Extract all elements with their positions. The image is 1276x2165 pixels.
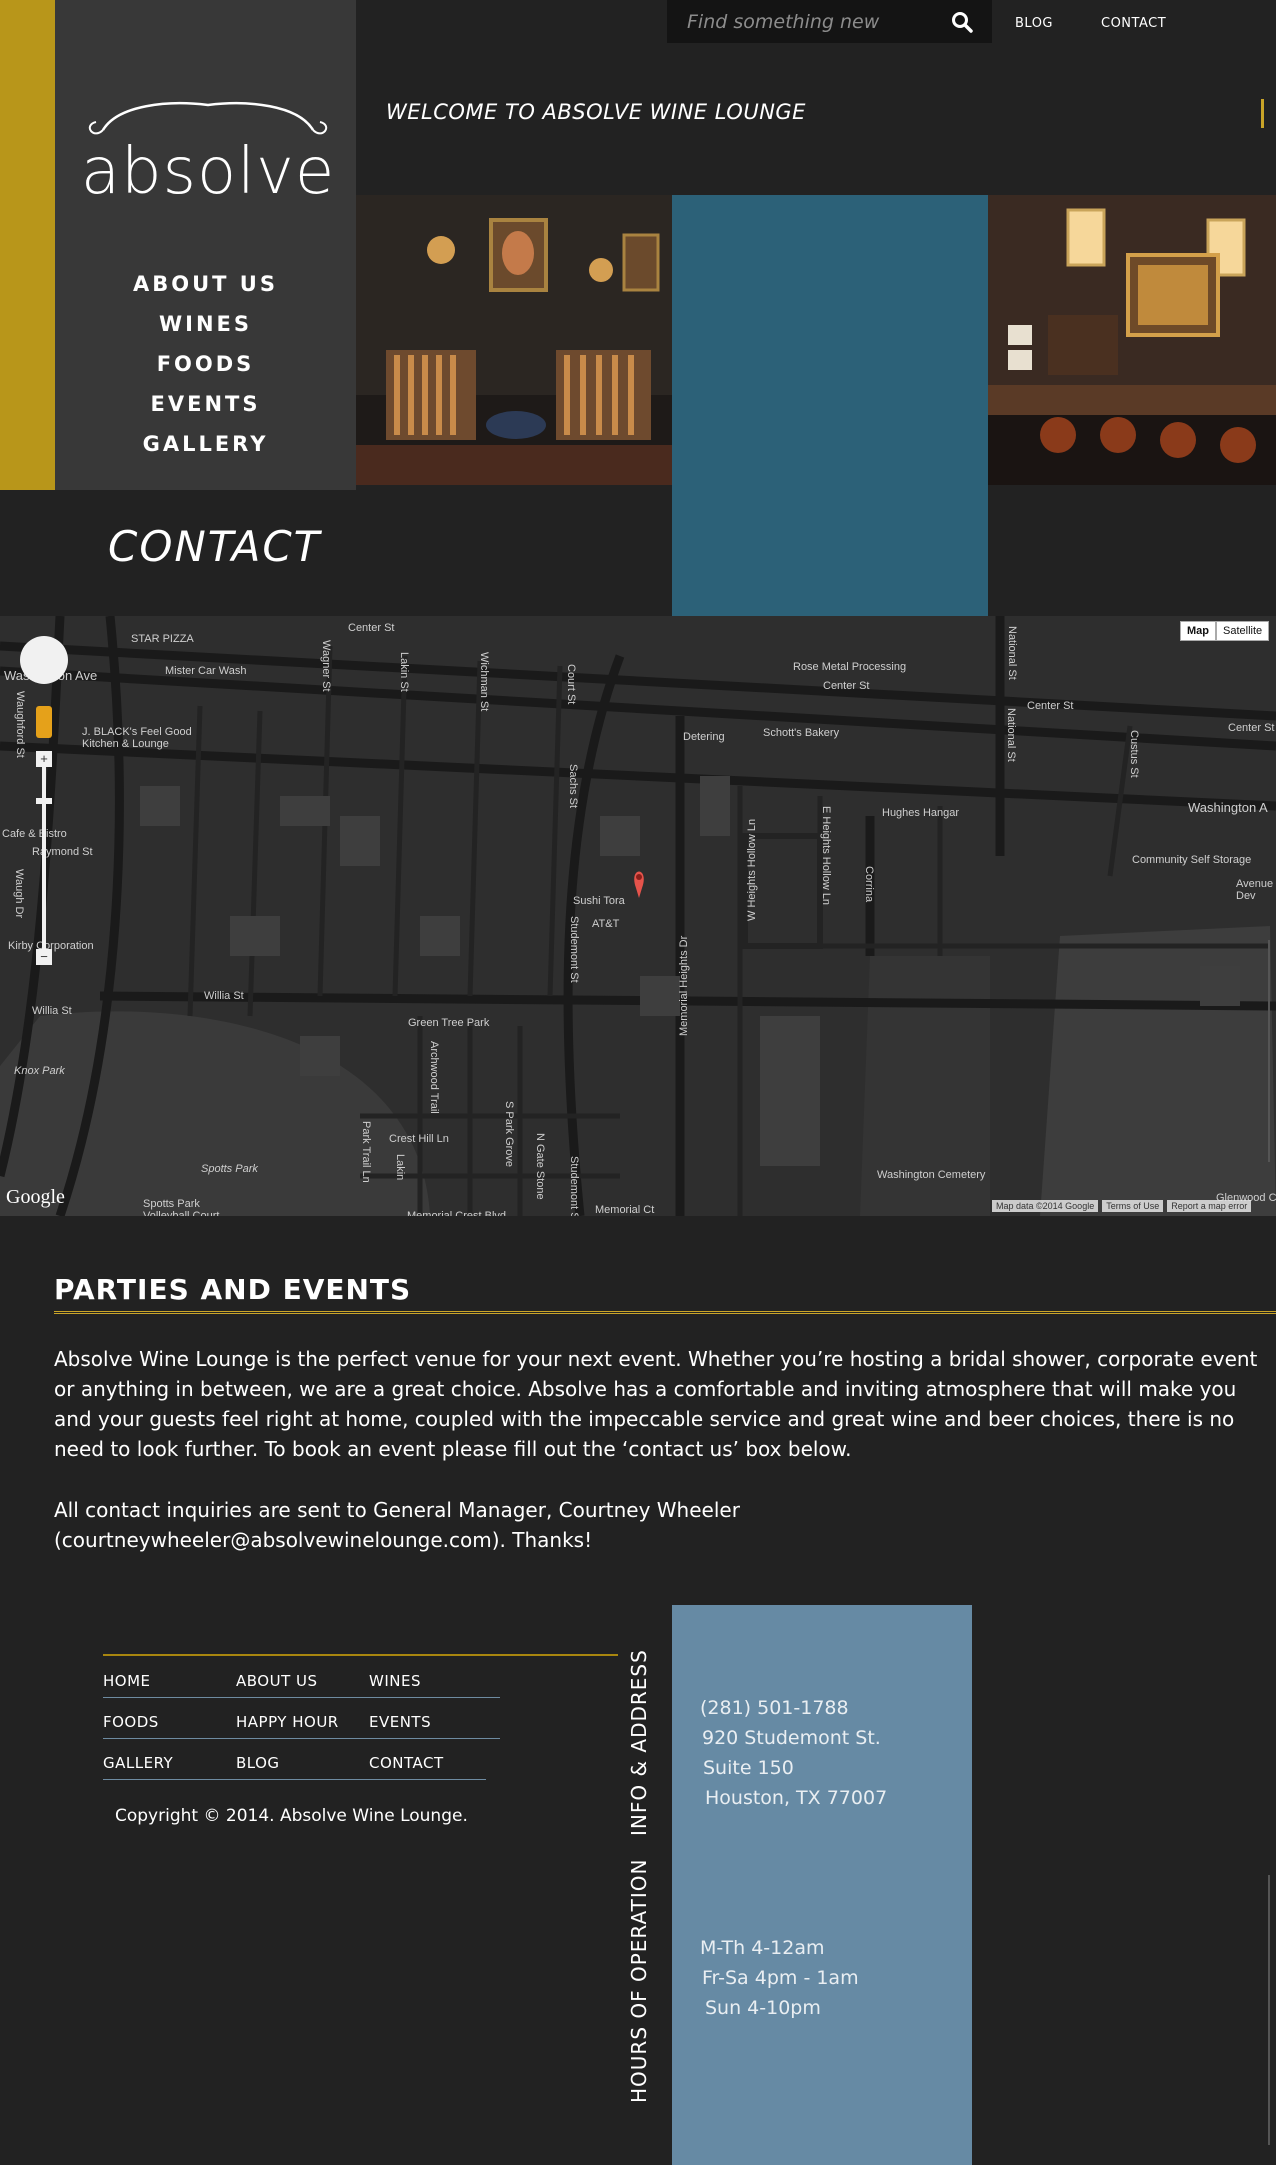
footer-link-happy-hour[interactable]: HAPPY HOUR <box>236 1713 339 1731</box>
scroll-indicator <box>1261 99 1264 128</box>
zoom-slider[interactable] <box>42 756 46 956</box>
terms-of-use-link[interactable]: Terms of Use <box>1102 1200 1164 1212</box>
footer-link-blog[interactable]: BLOG <box>236 1754 280 1772</box>
map-pan-control[interactable] <box>20 636 68 684</box>
address-city: Houston, TX 77007 <box>705 1787 888 1809</box>
gold-accent-bar <box>0 0 55 490</box>
top-link-blog[interactable]: BLOG <box>1015 16 1053 31</box>
footer-link-about-us[interactable]: ABOUT US <box>236 1672 318 1690</box>
bar-photo <box>988 195 1276 485</box>
footer-row-divider <box>103 1697 500 1698</box>
side-nav: ABOUT US WINES FOODS EVENTS GALLERY <box>55 264 356 464</box>
google-logo: Google <box>6 1186 65 1208</box>
zoom-handle[interactable] <box>36 798 52 804</box>
search-input[interactable] <box>687 6 937 38</box>
side-nav-gallery[interactable]: GALLERY <box>55 424 356 464</box>
zoom-out-button[interactable]: − <box>36 949 52 965</box>
map[interactable]: Center St STAR PIZZA Mister Car Wash Was… <box>0 616 1276 1216</box>
top-link-contact[interactable]: CONTACT <box>1101 16 1166 31</box>
side-nav-foods[interactable]: FOODS <box>55 344 356 384</box>
side-nav-about-us[interactable]: ABOUT US <box>55 264 356 304</box>
report-map-error-link[interactable]: Report a map error <box>1167 1200 1252 1212</box>
hours-weekend: Fr-Sa 4pm - 1am <box>702 1967 859 1989</box>
hours-label: HOURS OF OPERATION <box>627 1858 651 2103</box>
side-nav-events[interactable]: EVENTS <box>55 384 356 424</box>
footer-link-foods[interactable]: FOODS <box>103 1713 159 1731</box>
footer-divider <box>103 1654 618 1656</box>
map-scroll-indicator <box>1268 940 1270 1162</box>
parties-description: Absolve Wine Lounge is the perfect venue… <box>54 1347 1258 1461</box>
parties-heading: PARTIES AND EVENTS <box>54 1273 412 1306</box>
search-box <box>667 0 992 43</box>
side-nav-wines[interactable]: WINES <box>55 304 356 344</box>
logo[interactable]: absolve <box>78 100 338 209</box>
search-icon[interactable] <box>950 10 974 34</box>
hours-weekday: M-Th 4-12am <box>700 1937 825 1959</box>
hours-sunday: Sun 4-10pm <box>705 1997 821 2019</box>
teal-feature-block <box>672 195 988 616</box>
info-address-label: INFO & ADDRESS <box>627 1649 651 1836</box>
lounge-photo <box>356 195 672 485</box>
map-type-satellite-button[interactable]: Satellite <box>1216 621 1270 641</box>
contact-note-line2: (courtneywheeler@absolvewinelounge.com).… <box>54 1528 593 1552</box>
map-type-controls: Map Satellite <box>1180 621 1270 641</box>
address-street: 920 Studemont St. <box>702 1727 881 1749</box>
parties-divider <box>54 1311 1276 1314</box>
footer-link-contact[interactable]: CONTACT <box>369 1754 444 1772</box>
contact-note-line1: All contact inquiries are sent to Genera… <box>54 1498 740 1522</box>
footer-row-divider <box>103 1779 486 1780</box>
map-type-map-button[interactable]: Map <box>1180 621 1216 641</box>
phone-number[interactable]: (281) 501-1788 <box>700 1697 849 1719</box>
map-attribution: Map data ©2014 Google Terms of Use Repor… <box>992 1200 1252 1212</box>
map-data-credit: Map data ©2014 Google <box>992 1200 1099 1212</box>
footer-row-divider <box>103 1738 500 1739</box>
footer-link-wines[interactable]: WINES <box>369 1672 421 1690</box>
map-roads <box>0 616 1276 1216</box>
welcome-tagline: WELCOME TO ABSOLVE WINE LOUNGE <box>386 100 806 124</box>
footer-scroll-indicator <box>1268 1875 1270 2145</box>
page-title: CONTACT <box>108 522 322 571</box>
logo-text: absolve <box>80 135 336 209</box>
zoom-in-button[interactable]: + <box>36 751 52 767</box>
address-suite: Suite 150 <box>703 1757 794 1779</box>
street-view-pegman-icon[interactable] <box>36 706 52 738</box>
footer-link-home[interactable]: HOME <box>103 1672 151 1690</box>
footer-link-gallery[interactable]: GALLERY <box>103 1754 173 1772</box>
contact-note: All contact inquiries are sent to Genera… <box>54 1495 954 1555</box>
info-panel <box>672 1605 972 2165</box>
copyright: Copyright © 2014. Absolve Wine Lounge. <box>115 1806 468 1826</box>
footer-link-events[interactable]: EVENTS <box>369 1713 431 1731</box>
